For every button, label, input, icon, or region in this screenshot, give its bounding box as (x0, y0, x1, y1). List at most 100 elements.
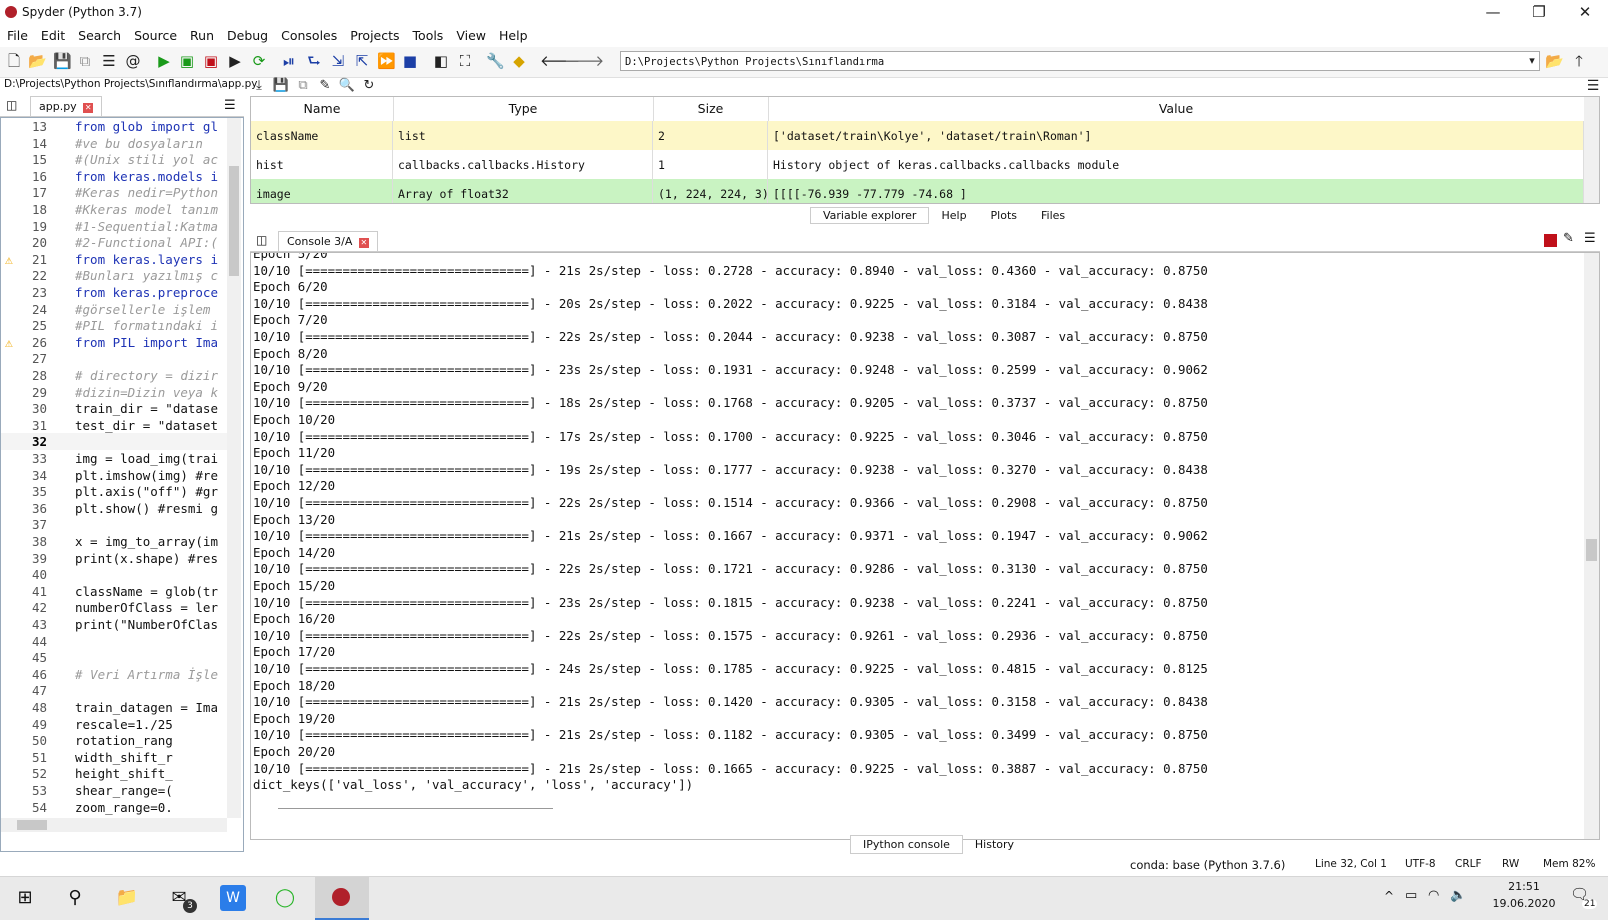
warning-icon[interactable]: ⚠ (5, 252, 13, 268)
preferences-wrench-icon[interactable]: 🔧 (486, 52, 505, 70)
menu-consoles[interactable]: Consoles (274, 26, 343, 43)
code-line[interactable]: 42 numberOfClass = ler (1, 599, 231, 616)
code-line[interactable]: 32 (1, 433, 231, 451)
code-line[interactable]: 15 #(Unix stili yol ac (1, 151, 231, 168)
python-path-icon[interactable]: ◆ (510, 52, 528, 70)
code-line[interactable]: 53 shear_range=( (1, 782, 231, 799)
code-line[interactable]: 50 rotation_rang (1, 732, 231, 749)
var-type-cell[interactable]: Array of float32 (393, 179, 653, 203)
varex-scrollbar[interactable] (1584, 97, 1599, 203)
code-line[interactable]: 16 from keras.models i (1, 168, 231, 185)
var-size-cell[interactable]: 2 (653, 121, 768, 152)
code-editor[interactable]: 13 from glob import gl 14 #ve bu dosyaların… (0, 117, 244, 852)
code-line[interactable]: 33 img = load_img(trai (1, 450, 231, 467)
stop-debug-icon[interactable]: ■ (401, 52, 419, 70)
code-line[interactable]: 46 # Veri Artırma İşle (1, 666, 231, 683)
new-file-icon[interactable]: 🗋 (5, 52, 23, 70)
back-arrow-icon[interactable]: 🡐 (540, 52, 580, 70)
code-line[interactable]: 48 train_datagen = Ima (1, 699, 231, 716)
run-icon[interactable]: ▶ (155, 52, 173, 70)
run-selection-icon[interactable]: ▶ (226, 52, 244, 70)
code-line[interactable]: 30 train_dir = "datase (1, 400, 231, 417)
var-size-cell[interactable]: 1 (653, 150, 768, 181)
menu-run[interactable]: Run (183, 26, 220, 43)
browse-folder-icon[interactable]: 📂 (1545, 52, 1564, 70)
menu-search[interactable]: Search (71, 26, 127, 43)
forward-arrow-icon[interactable]: 🡒 (564, 52, 604, 70)
var-name-cell[interactable]: hist (251, 150, 393, 181)
code-line[interactable]: 23 from keras.preproce (1, 284, 231, 301)
file-explorer-icon[interactable]: 📁 (114, 885, 140, 911)
var-value-cell[interactable]: [[[[-76.939 -77.779 -74.68 ] (768, 179, 1584, 203)
var-name-cell[interactable]: className (251, 121, 393, 152)
menu-source[interactable]: Source (127, 26, 183, 43)
search-icon[interactable]: ⚲ (62, 885, 88, 911)
code-line[interactable]: 41 className = glob(tr (1, 583, 231, 600)
code-line[interactable]: 39 print(x.shape) #res (1, 550, 231, 567)
menu-view[interactable]: View (449, 26, 492, 43)
warning-icon[interactable]: ⚠ (5, 335, 13, 351)
working-directory-input[interactable]: D:\Projects\Python Projects\Sınıflandırm… (620, 51, 1540, 71)
spyder-taskbar-button[interactable] (315, 877, 369, 920)
code-line[interactable]: 34 plt.imshow(img) #re (1, 467, 231, 484)
save-as-icon[interactable]: ⧉ (294, 77, 312, 95)
refresh-app-icon[interactable]: ◯ (272, 885, 298, 911)
fullscreen-icon[interactable]: ⛶ (456, 52, 474, 70)
code-line[interactable]: 51 width_shift_r (1, 749, 231, 766)
menu-help[interactable]: Help (492, 26, 534, 43)
code-line[interactable]: 40 (1, 566, 231, 583)
var-size-cell[interactable]: (1, 224, 224, 3) (653, 179, 768, 203)
code-line[interactable]: 27 (1, 350, 231, 367)
word-app-icon[interactable]: W (220, 885, 246, 911)
eraser-icon[interactable]: ✎ (316, 77, 334, 95)
col-header-value[interactable]: Value (768, 97, 1585, 121)
code-line[interactable]: 52 height_shift_ (1, 765, 231, 782)
code-line[interactable]: 18 #Kkeras model tanım (1, 201, 231, 218)
clock-time[interactable]: 21:51 (1494, 880, 1554, 893)
save-all-icon[interactable]: ⧉ (76, 52, 94, 70)
code-line[interactable]: ⚠ 26 from PIL import Ima (1, 334, 231, 351)
tab-history[interactable]: History (963, 836, 1026, 853)
col-header-type[interactable]: Type (393, 97, 654, 121)
step-icon[interactable]: ⮑ (305, 52, 323, 70)
code-line[interactable]: 17 #Keras nedir=Python (1, 184, 231, 201)
var-type-cell[interactable]: list (393, 121, 653, 152)
chevron-up-icon[interactable]: ^ (1384, 889, 1394, 903)
var-type-cell[interactable]: callbacks.callbacks.History (393, 150, 653, 181)
code-line[interactable]: 43 print("NumberOfClas (1, 616, 231, 633)
step-into-icon[interactable]: ⇲ (329, 52, 347, 70)
menu-debug[interactable]: Debug (220, 26, 274, 43)
code-line[interactable]: 36 plt.show() #resmi g (1, 500, 231, 517)
code-line[interactable]: 20 #2-Functional API:( (1, 234, 231, 251)
col-header-name[interactable]: Name (251, 97, 394, 121)
code-line[interactable]: 28 # directory = dizir (1, 367, 231, 384)
list-icon[interactable]: ☰ (100, 52, 118, 70)
code-line[interactable]: 47 (1, 682, 231, 699)
console-tab[interactable]: Console 3/A ✕ (278, 231, 378, 251)
code-line[interactable]: 37 (1, 516, 231, 533)
code-line[interactable]: 44 (1, 633, 231, 650)
run-cell-icon[interactable]: ▣ (178, 52, 196, 70)
console-options-icon[interactable]: ☰ (1584, 231, 1596, 246)
code-line[interactable]: 29 #dizin=Dizin veya k (1, 384, 231, 401)
code-line[interactable]: 14 #ve bu dosyaların (1, 135, 231, 152)
search-icon[interactable]: 🔍 (338, 77, 356, 95)
code-line[interactable]: 45 (1, 649, 231, 666)
save-icon[interactable]: 💾 (53, 52, 72, 70)
restore-button[interactable]: ❐ (1516, 0, 1562, 26)
code-line[interactable]: 49 rescale=1./25 (1, 716, 231, 733)
continue-icon[interactable]: ⏩ (377, 52, 396, 70)
close-button[interactable]: ✕ (1562, 0, 1608, 26)
stop-kernel-icon[interactable] (1544, 234, 1557, 247)
run-cell-advance-icon[interactable]: ▣ (202, 52, 220, 70)
step-return-icon[interactable]: ⇱ (353, 52, 371, 70)
battery-icon[interactable]: ▭ (1405, 888, 1417, 903)
editor-tab-app[interactable]: app.py ✕ (30, 96, 103, 116)
browse-console-tabs-icon[interactable]: ◫ (256, 233, 267, 247)
debug-icon[interactable]: ⏯ (280, 52, 298, 70)
open-file-icon[interactable]: 📂 (28, 52, 47, 70)
code-line[interactable]: 31 test_dir = "dataset (1, 417, 231, 434)
wifi-icon[interactable]: ◠ (1428, 888, 1439, 903)
tab-variable-explorer[interactable]: Variable explorer (810, 207, 930, 224)
console-scrollbar[interactable] (1584, 253, 1599, 839)
